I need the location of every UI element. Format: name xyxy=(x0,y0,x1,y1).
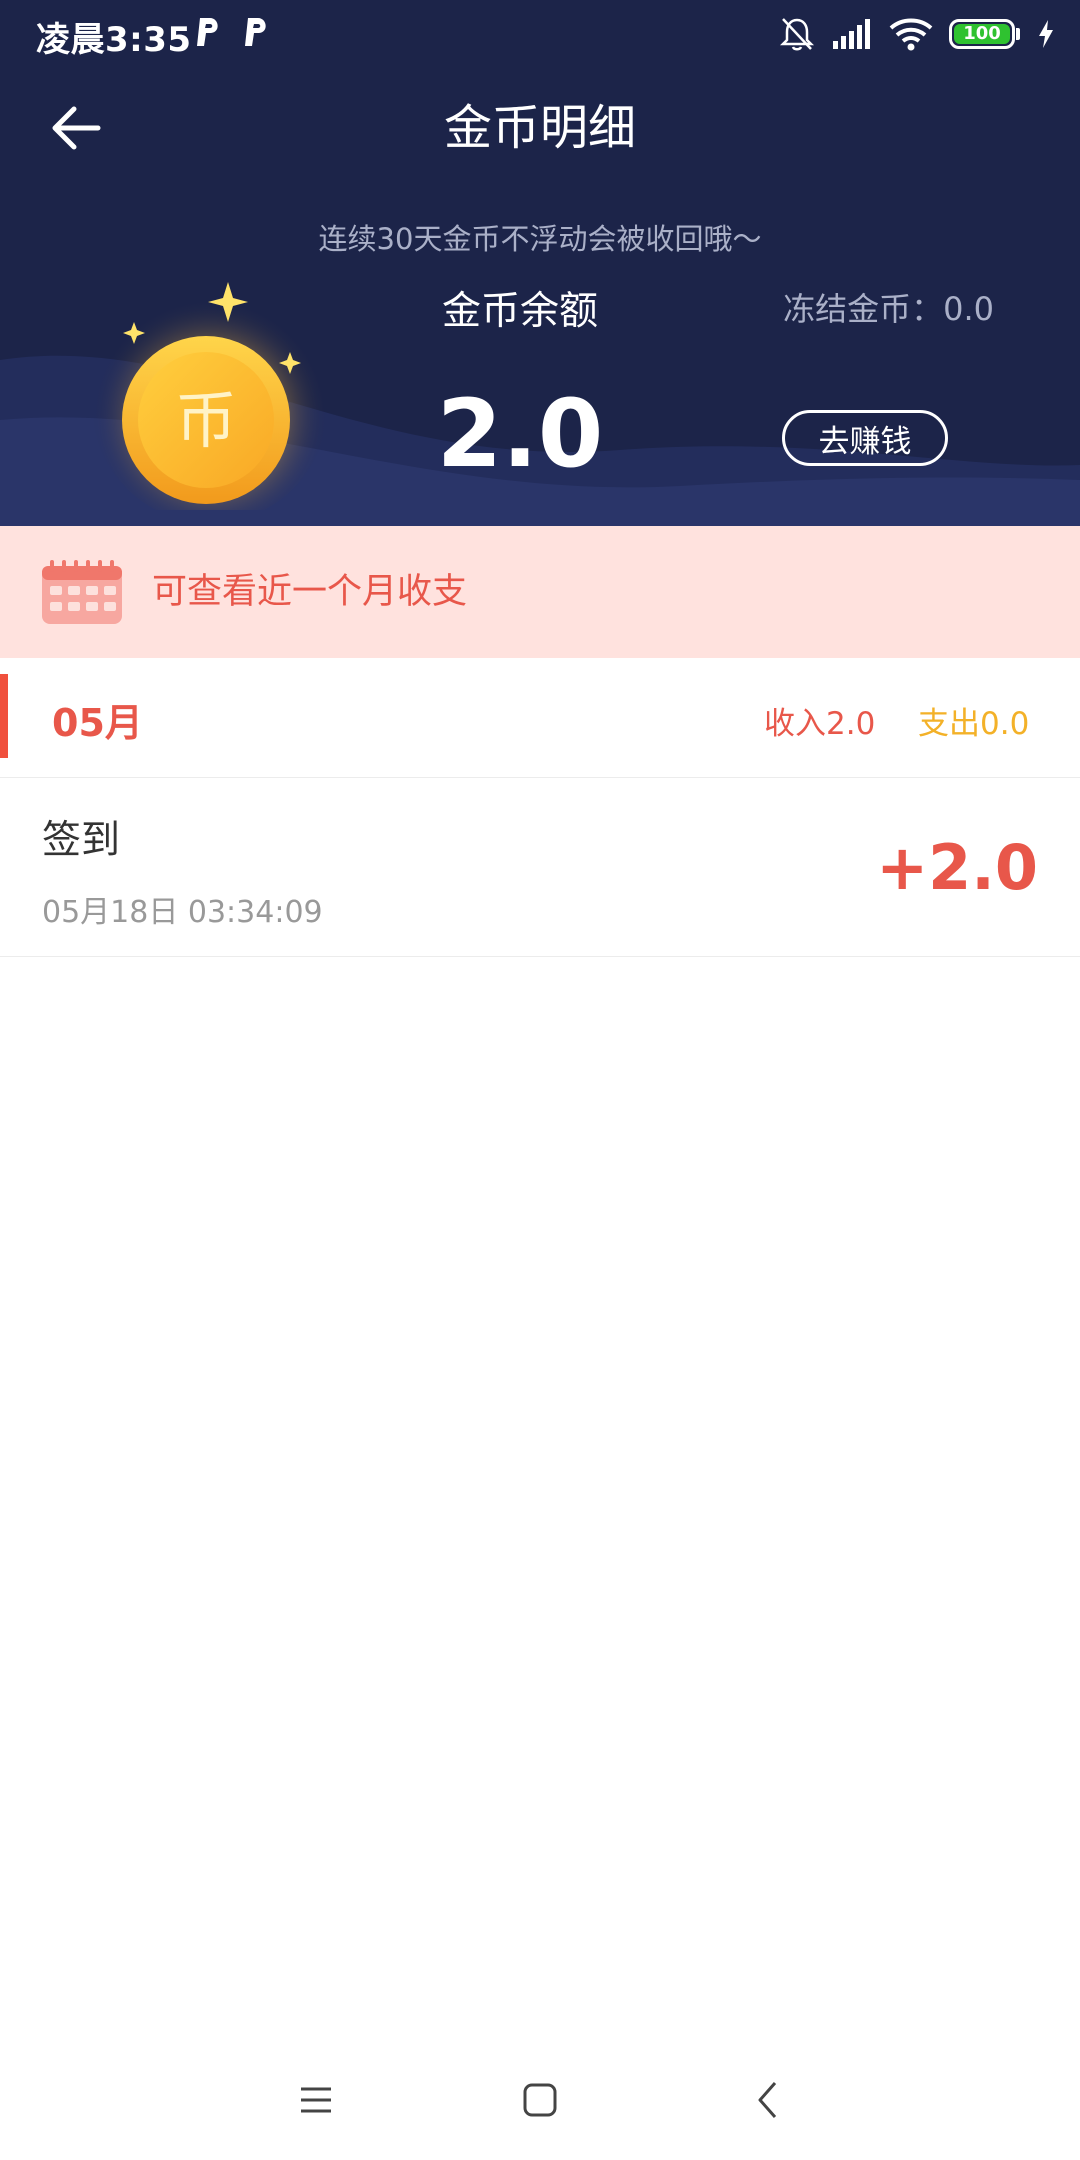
expiry-hint: 连续30天金币不浮动会被收回哦～ xyxy=(318,222,762,256)
home-button[interactable] xyxy=(510,2070,570,2130)
menu-icon xyxy=(301,2087,331,2113)
page-title: 金币明细 xyxy=(443,100,636,156)
record-amount: +2.0 xyxy=(876,831,1038,904)
p-app-icon xyxy=(197,18,218,46)
month-income: 收入2.0 xyxy=(764,706,876,742)
balance-label: 金币余额 xyxy=(441,289,598,334)
signal-icon xyxy=(833,19,870,49)
coin-glyph: 币 xyxy=(175,384,237,457)
list-item[interactable]: 签到 05月18日 03:34:09 +2.0 xyxy=(0,779,1080,957)
month-summary-row: 05月 收入2.0 支出0.0 xyxy=(0,674,1080,778)
frozen-coins: 冻结金币：0.0 xyxy=(783,290,994,328)
earn-money-button[interactable]: 去赚钱 xyxy=(782,410,948,466)
balance-header: 凌晨3:35 100 金币明细 连续30天金币不浮动会被收回哦～ 币 金币余额 … xyxy=(0,0,1080,526)
status-bar: 凌晨3:35 100 xyxy=(0,0,1080,66)
coin-detail-page: 凌晨3:35 100 金币明细 连续30天金币不浮动会被收回哦～ 币 金币余额 … xyxy=(0,0,1080,2160)
gold-coin-icon: 币 xyxy=(90,270,330,523)
record-time: 05月18日 03:34:09 xyxy=(42,895,323,930)
back-icon xyxy=(758,2082,777,2118)
battery-level: 100 xyxy=(954,24,1010,44)
wifi-icon xyxy=(889,18,933,51)
status-time: 凌晨3:35 xyxy=(36,20,192,60)
month-expense: 支出0.0 xyxy=(918,706,1030,742)
calendar-icon xyxy=(42,560,122,624)
bell-muted-icon xyxy=(779,18,815,51)
month-label: 05月 xyxy=(52,701,143,745)
system-nav-bar xyxy=(0,2040,1080,2160)
status-icons: 100 xyxy=(779,14,1056,54)
charging-icon xyxy=(1039,20,1053,48)
menu-button[interactable] xyxy=(286,2070,346,2130)
monthly-notice-banner: 可查看近一个月收支 xyxy=(0,526,1080,658)
record-title: 签到 xyxy=(42,818,121,863)
nav-back-button[interactable] xyxy=(738,2070,798,2130)
balance-value: 2.0 xyxy=(436,380,604,489)
p-app-icon xyxy=(245,18,266,46)
home-icon xyxy=(523,2083,557,2117)
banner-text: 可查看近一个月收支 xyxy=(152,572,468,612)
battery-icon: 100 xyxy=(949,19,1020,49)
month-indicator-bar xyxy=(0,674,8,758)
